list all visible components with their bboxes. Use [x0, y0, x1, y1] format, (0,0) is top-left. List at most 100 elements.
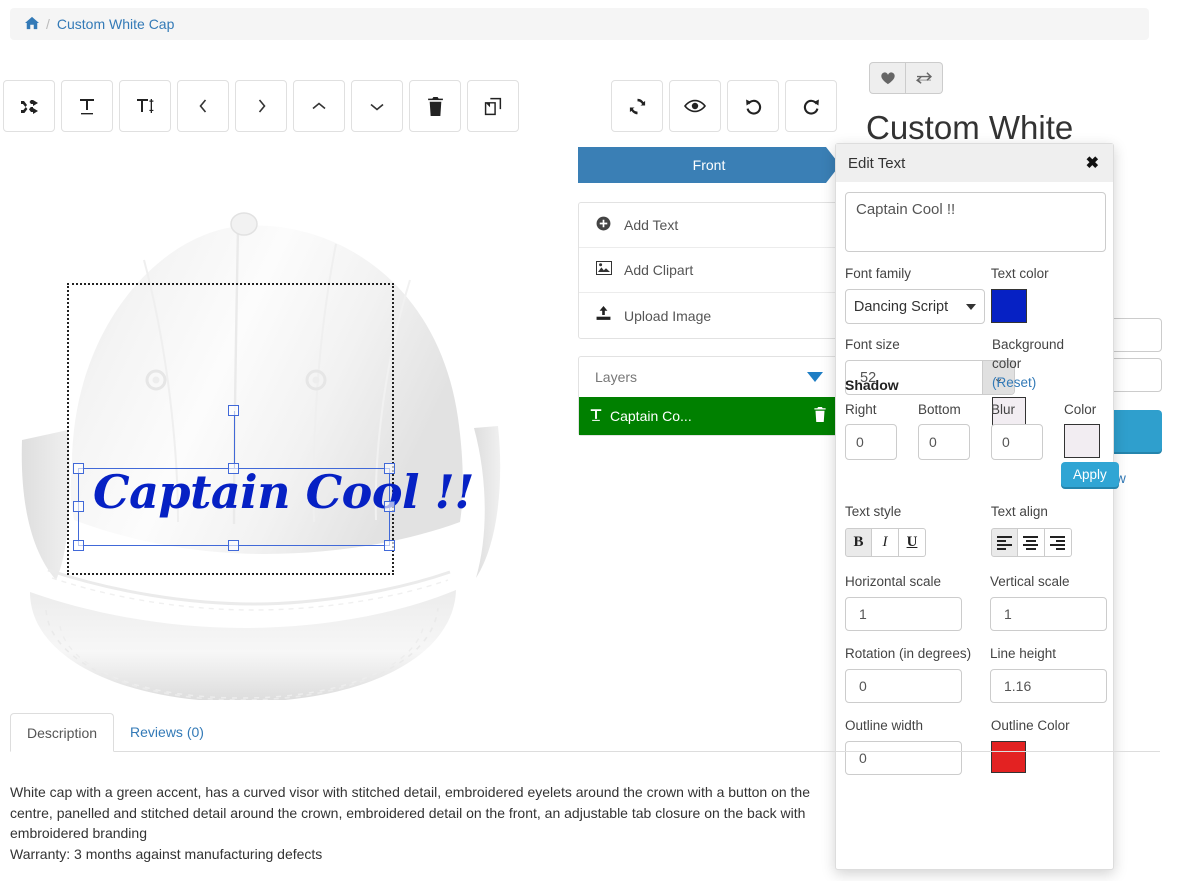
- description-warranty: Warranty: 3 months against manufacturing…: [10, 845, 323, 862]
- layers-panel: Layers Captain Co...: [578, 356, 840, 436]
- rotation-input[interactable]: 0: [845, 669, 962, 703]
- layers-header[interactable]: Layers: [579, 357, 839, 397]
- home-icon[interactable]: [25, 16, 39, 32]
- canvas-toolbar: [611, 80, 837, 132]
- resize-handle-bottom-left[interactable]: [73, 540, 84, 551]
- product-action-buttons: [869, 62, 943, 94]
- close-icon[interactable]: ✖: [1086, 153, 1099, 173]
- move-up-button[interactable]: [293, 80, 345, 132]
- align-right-icon: [1050, 535, 1066, 550]
- layer-item[interactable]: Captain Co...: [579, 397, 839, 435]
- upload-icon: [595, 306, 612, 325]
- design-canvas[interactable]: Captain Cool !!: [0, 140, 560, 700]
- shuffle-layers-button[interactable]: [3, 80, 55, 132]
- background-color-label-2: color: [992, 356, 1022, 371]
- rotation-handle[interactable]: [228, 405, 239, 416]
- edit-text-panel-header: Edit Text ✖: [836, 144, 1113, 182]
- layers-title: Layers: [595, 369, 638, 385]
- vertical-scale-input[interactable]: 1: [990, 597, 1107, 631]
- font-family-label: Font family: [845, 266, 912, 281]
- resize-handle-middle-left[interactable]: [73, 501, 84, 512]
- trash-icon[interactable]: [813, 407, 827, 425]
- shadow-blur-input[interactable]: 0: [991, 424, 1043, 460]
- tab-reviews[interactable]: Reviews (0): [114, 712, 220, 751]
- center-horizontally-button[interactable]: [61, 80, 113, 132]
- move-right-button[interactable]: [235, 80, 287, 132]
- resize-handle-top-left[interactable]: [73, 463, 84, 474]
- shadow-blur-label: Blur: [991, 402, 1016, 417]
- edit-text-panel: Edit Text ✖ Captain Cool !! Font family …: [835, 143, 1119, 870]
- chevron-down-icon[interactable]: [807, 372, 823, 382]
- text-align-label: Text align: [990, 504, 1048, 519]
- refresh-button[interactable]: [611, 80, 663, 132]
- tab-description[interactable]: Description: [10, 713, 115, 752]
- shadow-bottom-label: Bottom: [918, 402, 961, 417]
- resize-handle-middle-right[interactable]: [384, 501, 395, 512]
- layer-item-label: Captain Co...: [610, 408, 692, 424]
- product-info-tabs: Description Reviews (0): [10, 713, 1160, 752]
- edit-text-panel-title: Edit Text: [848, 154, 906, 172]
- apply-button[interactable]: Apply: [1061, 462, 1119, 487]
- redo-button[interactable]: [785, 80, 837, 132]
- compare-button[interactable]: [906, 62, 943, 94]
- wishlist-button[interactable]: [869, 62, 906, 94]
- italic-button[interactable]: I: [872, 528, 899, 557]
- add-clipart-option[interactable]: Add Clipart: [579, 248, 839, 293]
- breadcrumb-current[interactable]: Custom White Cap: [57, 16, 174, 32]
- shadow-color-label: Color: [1064, 402, 1097, 417]
- font-family-dropdown[interactable]: Dancing Script: [845, 289, 985, 324]
- shadow-color-swatch[interactable]: [1064, 424, 1100, 458]
- move-down-button[interactable]: [351, 80, 403, 132]
- vertical-scale-label: Vertical scale: [990, 574, 1070, 589]
- align-center-button[interactable]: [1017, 528, 1045, 557]
- underline-button[interactable]: U: [899, 528, 926, 557]
- selected-text-object[interactable]: Captain Cool !!: [73, 405, 474, 551]
- rotation-label: Rotation (in degrees): [845, 646, 972, 661]
- text-content-textarea[interactable]: Captain Cool !!: [845, 192, 1106, 252]
- text-color-label: Text color: [990, 266, 1049, 281]
- align-center-icon: [1023, 535, 1039, 550]
- upload-image-label: Upload Image: [624, 307, 712, 324]
- delete-button[interactable]: [409, 80, 461, 132]
- font-family-value: Dancing Script: [853, 298, 949, 315]
- plus-circle-icon: [595, 216, 612, 235]
- resize-handle-top-right[interactable]: [384, 463, 395, 474]
- text-layer-icon: [589, 408, 603, 425]
- add-text-option[interactable]: Add Text: [579, 203, 839, 248]
- preview-button[interactable]: [669, 80, 721, 132]
- chevron-down-icon: [966, 303, 977, 310]
- description-paragraph: White cap with a green accent, has a cur…: [10, 784, 810, 841]
- text-color-swatch[interactable]: [990, 289, 1027, 323]
- horizontal-scale-input[interactable]: 1: [845, 597, 962, 631]
- undo-button[interactable]: [727, 80, 779, 132]
- align-left-button[interactable]: [990, 528, 1018, 557]
- image-icon: [595, 261, 612, 279]
- upload-image-option[interactable]: Upload Image: [579, 293, 839, 338]
- text-style-label: Text style: [845, 504, 902, 519]
- background-color-label: Background: [992, 337, 1065, 352]
- side-tab-front[interactable]: Front: [578, 147, 840, 183]
- shadow-right-input[interactable]: 0: [845, 424, 897, 460]
- shadow-right-label: Right: [845, 402, 877, 417]
- move-left-button[interactable]: [177, 80, 229, 132]
- design-options-list: Add Text Add Clipart Upload Image: [578, 202, 840, 339]
- resize-handle-bottom-center[interactable]: [228, 540, 239, 551]
- duplicate-button[interactable]: [467, 80, 519, 132]
- resize-handle-top-center[interactable]: [228, 463, 239, 474]
- align-right-button[interactable]: [1044, 528, 1072, 557]
- side-tab-label: Front: [692, 157, 726, 173]
- tab-reviews-label: Reviews (0): [130, 723, 204, 740]
- font-size-label: Font size: [845, 337, 900, 352]
- align-left-icon: [996, 535, 1012, 550]
- breadcrumb: / Custom White Cap: [10, 8, 1149, 40]
- shadow-bottom-input[interactable]: 0: [918, 424, 970, 460]
- center-vertically-button[interactable]: [119, 80, 171, 132]
- rotation-line: [234, 411, 235, 469]
- resize-handle-bottom-right[interactable]: [384, 540, 395, 551]
- add-clipart-label: Add Clipart: [624, 262, 694, 278]
- bold-button[interactable]: B: [845, 528, 872, 557]
- background-color-reset-link[interactable]: (Reset): [992, 375, 1104, 390]
- line-height-label: Line height: [990, 646, 1057, 661]
- line-height-input[interactable]: 1.16: [990, 669, 1107, 703]
- design-toolbar: [3, 80, 519, 132]
